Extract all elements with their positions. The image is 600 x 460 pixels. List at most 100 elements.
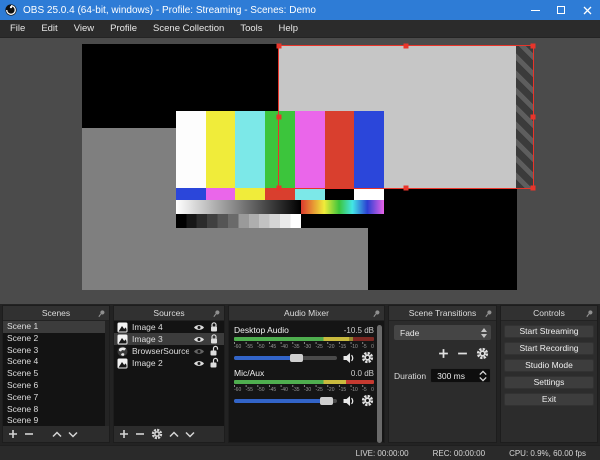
menu-file[interactable]: File [2, 20, 33, 38]
remove-scene-button[interactable] [24, 429, 34, 439]
scene-transitions-panel-title: Scene Transitions [409, 308, 477, 318]
gear-icon[interactable] [361, 394, 374, 407]
canvas-black-region-bottom-right[interactable] [368, 189, 517, 290]
move-scene-down-button[interactable] [68, 431, 78, 438]
scene-list-item[interactable]: Scene 8 [3, 404, 109, 416]
pin-icon[interactable] [372, 309, 381, 318]
resize-handle-top-left[interactable] [277, 44, 282, 49]
gear-icon[interactable] [361, 351, 374, 364]
scenes-scrollbar[interactable] [105, 321, 109, 426]
lock-closed-icon[interactable] [209, 333, 219, 345]
lock-open-icon[interactable] [209, 357, 219, 369]
add-source-button[interactable] [119, 429, 129, 439]
tick-label: -30 [304, 387, 311, 393]
transition-properties-button[interactable] [476, 347, 489, 360]
toggle-visibility-button[interactable] [193, 347, 205, 356]
scene-list-item[interactable]: Scene 3 [3, 345, 109, 357]
controls-panel: Controls Start Streaming Start Recording S… [500, 305, 598, 443]
preview-canvas[interactable] [0, 38, 600, 305]
remove-source-button[interactable] [135, 429, 145, 439]
resize-handle-middle-left[interactable] [277, 115, 282, 120]
toggle-lock-button[interactable] [209, 345, 219, 357]
toggle-visibility-button[interactable] [193, 335, 205, 344]
resize-handle-top-center[interactable] [404, 44, 409, 49]
remove-transition-button[interactable] [457, 348, 468, 359]
settings-button[interactable]: Settings [504, 376, 594, 389]
move-source-down-button[interactable] [185, 431, 195, 438]
menu-view[interactable]: View [66, 20, 102, 38]
toggle-lock-button[interactable] [209, 321, 219, 333]
volume-slider[interactable] [234, 399, 337, 403]
resize-handle-bottom-left[interactable] [277, 186, 282, 191]
close-button[interactable] [574, 0, 600, 20]
scenes-panel-title: Scenes [42, 308, 70, 318]
sources-list[interactable]: Image 4Image 3BrowserSourceImage 2 [114, 321, 224, 426]
resize-handle-bottom-center[interactable] [404, 186, 409, 191]
sources-panel-header[interactable]: Sources [114, 306, 224, 321]
scene-list-item[interactable]: Scene 7 [3, 392, 109, 404]
controls-panel-header[interactable]: Controls [501, 306, 597, 321]
mixer-scrollbar[interactable] [377, 325, 382, 443]
plus-icon [438, 348, 449, 359]
scene-list-item[interactable]: Scene 1 [3, 321, 109, 333]
add-transition-button[interactable] [438, 348, 449, 359]
volume-slider-knob[interactable] [290, 354, 303, 362]
lock-open-icon[interactable] [209, 345, 219, 357]
exit-button[interactable]: Exit [504, 393, 594, 406]
combo-spinner[interactable] [481, 325, 487, 340]
menu-tools[interactable]: Tools [232, 20, 270, 38]
visibility-eye-icon[interactable] [193, 347, 205, 356]
resize-handle-middle-right[interactable] [531, 115, 536, 120]
source-list-item[interactable]: Image 4 [114, 321, 224, 333]
selection-bounding-box[interactable] [278, 45, 534, 189]
speaker-icon[interactable] [342, 352, 356, 364]
lock-closed-icon[interactable] [209, 321, 219, 333]
duration-spinbox[interactable]: 300 ms [430, 368, 491, 383]
minimize-button[interactable] [522, 0, 548, 20]
volume-slider-knob[interactable] [320, 397, 333, 405]
speaker-icon[interactable] [342, 395, 356, 407]
scene-transitions-panel-header[interactable]: Scene Transitions [389, 306, 496, 321]
source-list-item[interactable]: BrowserSource [114, 345, 224, 357]
pin-icon[interactable] [212, 309, 221, 318]
source-list-item[interactable]: Image 3 [114, 333, 224, 345]
pin-icon[interactable] [484, 309, 493, 318]
toggle-lock-button[interactable] [209, 333, 219, 345]
move-scene-up-button[interactable] [52, 431, 62, 438]
duration-spinner[interactable] [479, 370, 487, 382]
scene-list-item[interactable]: Scene 4 [3, 356, 109, 368]
resize-handle-bottom-right[interactable] [531, 186, 536, 191]
scene-list-item[interactable]: Scene 6 [3, 380, 109, 392]
volume-slider[interactable] [234, 356, 337, 360]
menu-profile[interactable]: Profile [102, 20, 145, 38]
move-source-up-button[interactable] [169, 431, 179, 438]
transition-select[interactable]: Fade [394, 325, 491, 340]
scene-list-item[interactable]: Scene 9 [3, 415, 109, 426]
studio-mode-button[interactable]: Studio Mode [504, 359, 594, 372]
menu-help[interactable]: Help [271, 20, 307, 38]
scene-list-item[interactable]: Scene 5 [3, 368, 109, 380]
audio-mixer-panel-header[interactable]: Audio Mixer [229, 306, 384, 321]
menu-edit[interactable]: Edit [33, 20, 65, 38]
source-properties-button[interactable] [151, 428, 163, 440]
resize-handle-top-right[interactable] [531, 44, 536, 49]
visibility-eye-icon[interactable] [193, 335, 205, 344]
start-streaming-button[interactable]: Start Streaming [504, 325, 594, 338]
toggle-visibility-button[interactable] [193, 323, 205, 332]
scene-list-item[interactable]: Scene 2 [3, 333, 109, 345]
pin-icon[interactable] [585, 309, 594, 318]
add-scene-button[interactable] [8, 429, 18, 439]
start-recording-button[interactable]: Start Recording [504, 342, 594, 355]
visibility-eye-icon[interactable] [193, 323, 205, 332]
menu-scene-collection[interactable]: Scene Collection [145, 20, 232, 38]
source-list-item[interactable]: Image 2 [114, 357, 224, 369]
maximize-button[interactable] [548, 0, 574, 20]
pin-icon[interactable] [97, 309, 106, 318]
scenes-list[interactable]: Scene 1Scene 2Scene 3Scene 4Scene 5Scene… [3, 321, 109, 426]
toggle-visibility-button[interactable] [193, 359, 205, 368]
rec-time: REC: 00:00:00 [433, 449, 485, 458]
toggle-lock-button[interactable] [209, 357, 219, 369]
visibility-eye-icon[interactable] [193, 359, 205, 368]
scenes-panel-header[interactable]: Scenes [3, 306, 109, 321]
tick-label: -25 [316, 344, 323, 350]
